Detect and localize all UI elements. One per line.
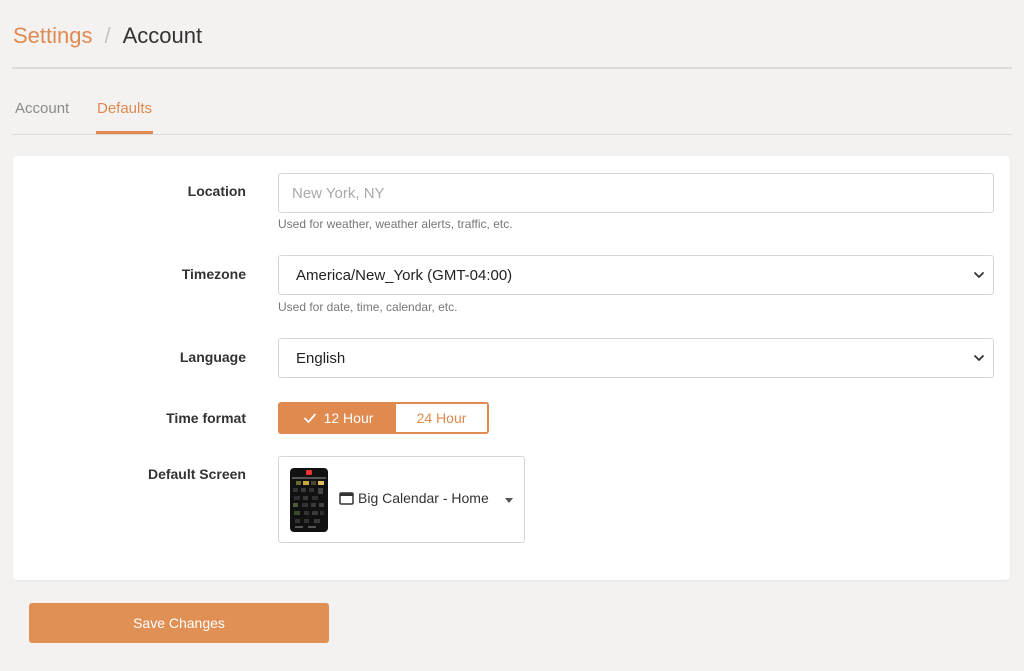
time-format-12-hour-label: 12 Hour <box>323 410 374 426</box>
time-format-toggle: 12 Hour 24 Hour <box>278 402 489 434</box>
timezone-value: America/New_York (GMT-04:00) <box>296 266 513 284</box>
chevron-down-icon <box>974 272 984 278</box>
time-format-24-hour-label: 24 Hour <box>416 410 467 426</box>
location-label: Location <box>187 183 246 199</box>
time-format-12-hour-option[interactable]: 12 Hour <box>280 404 396 432</box>
caret-down-icon <box>505 498 513 503</box>
page-title: Account <box>122 23 203 48</box>
language-value: English <box>296 349 346 367</box>
header-divider <box>12 67 1012 69</box>
defaults-form-card: Location Used for weather, weather alert… <box>13 156 1010 580</box>
default-screen-value: Big Calendar - Home <box>339 490 489 506</box>
breadcrumb-separator: / <box>104 23 111 48</box>
tab-bar: Account Defaults <box>12 90 1012 135</box>
timezone-label: Timezone <box>181 266 246 282</box>
tab-account[interactable]: Account <box>15 100 69 134</box>
breadcrumb-settings-link[interactable]: Settings <box>13 23 93 49</box>
window-icon <box>339 491 354 505</box>
breadcrumb: Settings / Account <box>13 22 202 50</box>
time-format-label: Time format <box>166 410 246 426</box>
location-input[interactable] <box>278 173 994 213</box>
language-label: Language <box>179 349 246 365</box>
location-help-text: Used for weather, weather alerts, traffi… <box>278 217 513 231</box>
tab-defaults[interactable]: Defaults <box>96 100 154 134</box>
check-icon <box>303 413 316 423</box>
screen-thumbnail <box>290 468 328 532</box>
save-changes-button[interactable]: Save Changes <box>29 603 329 643</box>
timezone-help-text: Used for date, time, calendar, etc. <box>278 300 458 314</box>
time-format-24-hour-option[interactable]: 24 Hour <box>396 404 487 432</box>
default-screen-value-text: Big Calendar - Home <box>358 490 489 506</box>
timezone-select[interactable]: America/New_York (GMT-04:00) <box>278 255 994 295</box>
chevron-down-icon <box>974 355 984 361</box>
default-screen-label: Default Screen <box>147 466 246 482</box>
default-screen-select[interactable]: Big Calendar - Home <box>278 456 525 543</box>
language-select[interactable]: English <box>278 338 994 378</box>
